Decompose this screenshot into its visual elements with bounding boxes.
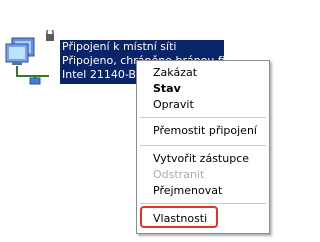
network-connection-icon[interactable] xyxy=(4,28,60,88)
menu-separator xyxy=(140,203,266,204)
menu-item-rename[interactable]: Přejmenovat xyxy=(153,183,222,199)
menu-item-disable[interactable]: Zakázat xyxy=(153,65,197,81)
menu-item-status[interactable]: Stav xyxy=(153,81,181,97)
menu-item-delete: Odstranit xyxy=(153,168,205,181)
connection-name: Připojení k místní síti xyxy=(62,40,177,53)
menu-item-repair[interactable]: Opravit xyxy=(153,97,194,113)
menu-separator xyxy=(140,145,266,146)
menu-item-bridge[interactable]: Přemostit připojení xyxy=(153,123,257,139)
menu-item-create-shortcut[interactable]: Vytvořit zástupce xyxy=(153,151,249,167)
menu-separator xyxy=(140,117,266,118)
properties-highlight xyxy=(140,206,218,228)
